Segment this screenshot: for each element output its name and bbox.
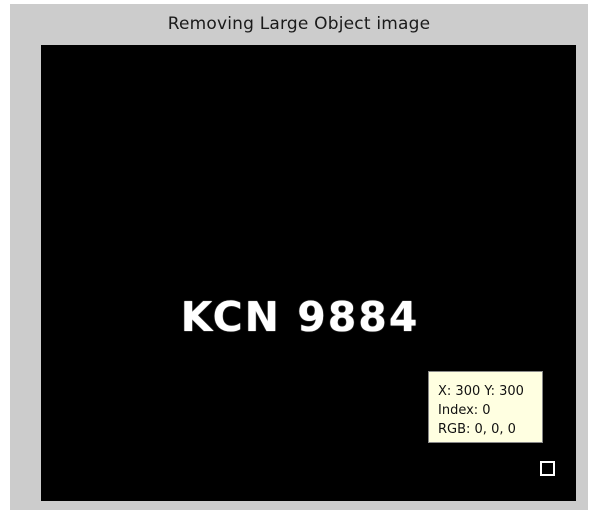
figure-title: Removing Large Object image bbox=[167, 14, 431, 34]
datatip-rgb: RGB: 0, 0, 0 bbox=[438, 422, 516, 437]
figure-window: Removing Large Object image KCN 9884 X: … bbox=[10, 4, 588, 510]
license-plate-text: KCN 9884 bbox=[180, 293, 420, 341]
datatip-marker-icon[interactable] bbox=[540, 461, 555, 476]
datatip-position: X: 300 Y: 300 bbox=[438, 384, 524, 399]
data-cursor-tooltip[interactable]: X: 300 Y: 300 Index: 0 RGB: 0, 0, 0 bbox=[428, 371, 543, 443]
datatip-index: Index: 0 bbox=[438, 403, 491, 418]
